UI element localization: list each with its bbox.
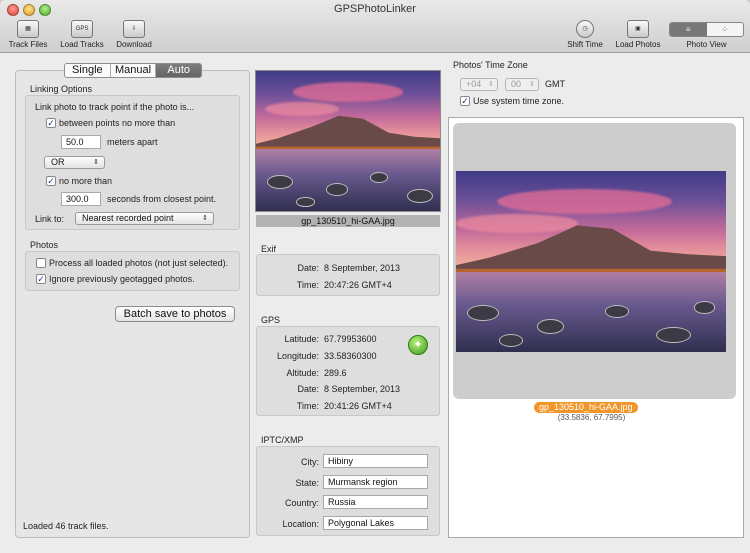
toolbar: GPSPhotoLinker ▦ Track Files GPS Load Tr… [0,0,750,53]
seconds-label: seconds from closest point. [107,194,217,204]
clock-icon: ◷ [576,20,594,38]
popup-arrows-icon: ⇕ [93,159,99,166]
photos-options-group [25,251,240,291]
track-files-icon: ▦ [17,20,39,38]
meters-label: meters apart [107,137,158,147]
gps-date: 8 September, 2013 [324,384,401,394]
city-field[interactable]: Hibiny [323,454,428,468]
list-view-icon[interactable]: ≡ [670,23,707,36]
country-field[interactable]: Russia [323,495,428,509]
process-all-checkbox[interactable] [36,258,46,268]
seconds-field[interactable]: 300.0 [61,192,101,206]
tab-single[interactable]: Single [65,64,111,77]
photo-thumbnail[interactable] [255,70,441,212]
photo-icon: ▣ [627,20,649,38]
gps-time: 20:41:26 GMT+4 [324,401,392,411]
use-system-timezone-label: Use system time zone. [473,96,565,106]
gps-icon: GPS [71,20,93,38]
between-points-checkbox[interactable]: ✓ [46,118,56,128]
app-window: GPSPhotoLinker ▦ Track Files GPS Load Tr… [0,0,750,553]
gps-latitude: 67.79953600 [324,334,377,344]
grid-view-icon[interactable]: ⁘ [707,23,744,36]
between-points-label: between points no more than [59,118,176,128]
gps-longitude: 33.58360300 [324,351,377,361]
thumbnail-filename: gp_130510_hi-GAA.jpg [256,215,440,227]
timezone-hours-popup[interactable]: +04 ⇕ [460,78,498,91]
link-to-popup[interactable]: Nearest recorded point ⇕ [75,212,214,225]
no-more-than-checkbox[interactable]: ✓ [46,176,56,186]
track-files-button[interactable]: ▦ Track Files [6,20,50,49]
linking-intro-text: Link photo to track point if the photo i… [35,102,195,112]
thumbnail-image [256,71,440,211]
status-text: Loaded 46 track files. [23,521,109,531]
operator-popup[interactable]: OR ⇕ [44,156,105,169]
meters-field[interactable]: 50.0 [61,135,101,149]
photo-view-label: Photo View [686,40,727,49]
exif-date: 8 September, 2013 [324,263,401,273]
photos-group-title: Photos [30,240,59,250]
batch-save-button[interactable]: Batch save to photos [115,306,235,322]
selected-photo-filename: gp_130510_hi-GAA.jpg [534,402,638,413]
ignore-geotagged-checkbox[interactable]: ✓ [36,274,46,284]
tab-auto[interactable]: Auto [156,64,201,77]
window-title: GPSPhotoLinker [334,3,416,15]
timezone-minutes-popup[interactable]: 00 ⇕ [505,78,539,91]
link-to-label: Link to: [35,214,65,224]
photo-view-segmented-control[interactable]: ≡ ⁘ [669,22,744,37]
popup-arrows-icon: ⇕ [202,215,208,222]
download-button[interactable]: ⇩ Download [112,20,156,49]
tab-manual[interactable]: Manual [111,64,157,77]
timezone-title: Photos' Time Zone [453,60,528,70]
popup-arrows-icon: ⇕ [488,81,494,88]
load-photos-button[interactable]: ▣ Load Photos [612,20,664,49]
selected-photo-image[interactable] [456,171,726,352]
state-field[interactable]: Murmansk region [323,475,428,489]
gps-altitude: 289.6 [324,368,347,378]
no-more-than-label: no more than [59,176,113,186]
linking-options-title: Linking Options [30,84,93,94]
shift-time-button[interactable]: ◷ Shift Time [562,20,608,49]
ignore-geotagged-label: Ignore previously geotagged photos. [49,274,195,284]
location-field[interactable]: Polygonal Lakes [323,516,428,530]
popup-arrows-icon: ⇕ [529,81,535,88]
download-icon: ⇩ [123,20,145,38]
show-on-map-globe-icon[interactable]: ✦ [408,335,428,355]
load-tracks-button[interactable]: GPS Load Tracks [56,20,108,49]
process-all-label: Process all loaded photos (not just sele… [49,258,229,268]
use-system-timezone-checkbox[interactable]: ✓ [460,96,470,106]
selected-photo-coordinates: (33.5836, 67.7995) [557,413,626,422]
gps-title: GPS [261,315,281,325]
mode-tabs[interactable]: Single Manual Auto [64,63,202,78]
gmt-label: GMT [545,79,565,89]
exif-title: Exif [261,244,277,254]
exif-time: 20:47:26 GMT+4 [324,280,392,290]
iptc-title: IPTC/XMP [261,435,304,445]
